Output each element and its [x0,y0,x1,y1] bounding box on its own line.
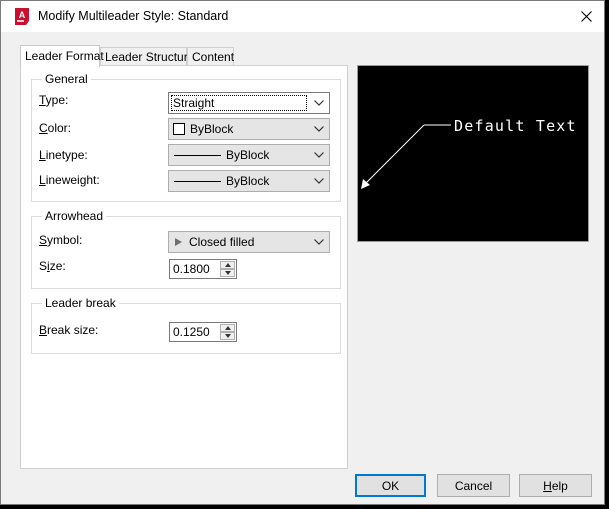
style-preview: Default Text [357,65,589,242]
arrowhead-group: Arrowhead Symbol: Closed filled Size: 0.… [31,209,341,289]
leader-format-panel: General Type: Straight Color: ByBlock Li… [20,65,348,469]
color-value: ByBlock [190,122,234,136]
close-button[interactable] [571,3,601,30]
caret-down-icon [224,271,231,275]
help-button[interactable]: Help [519,474,592,497]
leader-break-group: Leader break Break size: 0.1250 [31,296,341,354]
symbol-label: Symbol: [39,233,83,247]
chevron-down-icon [314,152,324,158]
type-label: Type: [39,93,69,107]
line-sample-icon [174,154,221,156]
symbol-value: Closed filled [189,235,255,249]
preview-default-text: Default Text [454,117,577,135]
ok-button[interactable]: OK [355,474,426,497]
break-size-label: Break size: [39,323,99,337]
break-size-increment-button[interactable] [220,324,235,332]
caret-down-icon [224,334,231,338]
size-increment-button[interactable] [220,261,235,269]
arrowhead-group-title: Arrowhead [42,209,107,223]
leader-preview-graphic [361,124,451,189]
general-group: General Type: Straight Color: ByBlock Li… [31,72,341,202]
break-size-decrement-button[interactable] [220,332,235,340]
caret-up-icon [224,326,231,330]
chevron-down-icon [314,178,324,184]
close-icon[interactable] [580,11,592,22]
color-swatch-icon [173,123,185,135]
color-dropdown[interactable]: ByBlock [168,118,330,140]
size-spinner[interactable]: 0.1800 [169,259,237,279]
caret-up-icon [224,263,231,267]
chevron-down-icon [314,239,324,245]
chevron-down-icon [314,100,324,106]
break-size-spinner[interactable]: 0.1250 [169,322,237,342]
linetype-dropdown[interactable]: ByBlock [168,144,330,166]
title-bar: A Modify Multileader Style: Standard [1,1,604,32]
tab-leader-structure[interactable]: Leader Structure [100,47,194,66]
leader-break-group-title: Leader break [42,296,119,310]
break-size-value: 0.1250 [173,325,210,339]
closed-filled-arrow-icon [175,238,182,246]
tab-leader-format[interactable]: Leader Format [20,45,104,67]
general-group-title: General [42,72,91,86]
linetype-value: ByBlock [226,148,270,162]
lineweight-label: Lineweight: [39,173,100,187]
color-label: Color: [39,121,72,135]
tab-content[interactable]: Content [187,47,234,66]
symbol-dropdown[interactable]: Closed filled [168,231,330,253]
modify-multileader-style-dialog: A Modify Multileader Style: Standard Lea… [0,0,605,505]
size-decrement-button[interactable] [220,269,235,277]
size-label: Size: [39,259,66,273]
linetype-label: Linetype: [39,148,88,162]
cancel-button[interactable]: Cancel [437,474,510,497]
window-title: Modify Multileader Style: Standard [38,9,229,23]
lineweight-dropdown[interactable]: ByBlock [168,170,330,192]
type-value: Straight [171,95,307,111]
svg-text:A: A [19,10,26,20]
type-dropdown[interactable]: Straight [168,92,330,114]
autocad-icon: A [14,7,30,26]
size-value: 0.1800 [173,262,210,276]
chevron-down-icon [314,126,324,132]
line-sample-icon [174,180,221,182]
lineweight-value: ByBlock [226,174,270,188]
